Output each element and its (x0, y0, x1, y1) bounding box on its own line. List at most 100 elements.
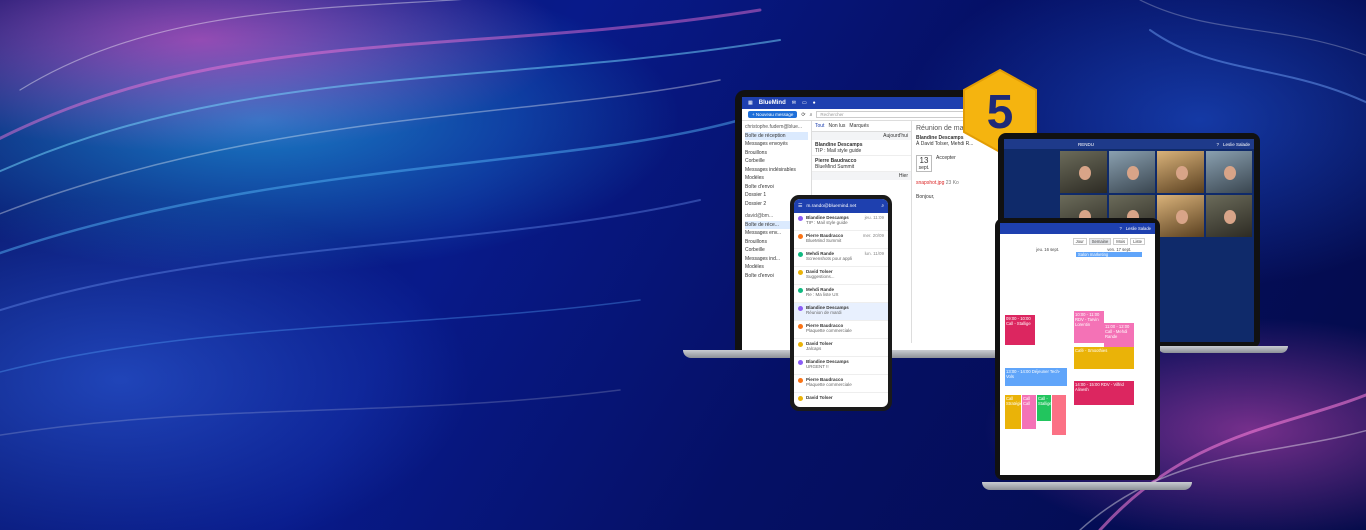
phone-message-row[interactable]: Pierre Baudracco BlueMind Summit mer. 20/0… (794, 231, 888, 249)
refresh-icon[interactable]: ⟳ (801, 112, 805, 118)
view-week[interactable]: Semaine (1088, 238, 1112, 245)
help-icon[interactable]: ? (1216, 142, 1219, 147)
laptop-base (982, 482, 1192, 490)
menu-icon[interactable]: ☰ (798, 204, 802, 209)
phone-message-subject: Réunion de mardi (806, 310, 842, 315)
phone-message-row[interactable]: Mehdi Rande Re : Ma liste UX (794, 285, 888, 303)
filter-flagged[interactable]: Marqués (849, 123, 868, 129)
message-row[interactable]: Pierre Baudracco BlueMind Summit (812, 156, 911, 172)
video-tile[interactable] (1060, 151, 1107, 193)
video-tile[interactable] (1157, 195, 1204, 237)
message-row[interactable]: Blandine Descamps TIP : Mail style guide (812, 140, 911, 156)
phone-account: m.rando@bluemind.net (806, 203, 857, 209)
phone-message-subject: Re : Ma liste UX (806, 292, 839, 297)
badge-number: 5 (987, 86, 1014, 139)
folder-item[interactable]: Boîte d'envoi (745, 183, 808, 192)
message-subject: BlueMind Summit (815, 164, 855, 170)
message-subject: TIP : Mail style guide (815, 148, 862, 154)
phone-message-row[interactable]: David Tolser (794, 393, 888, 407)
calendar-event[interactable]: Call - Stallige (1037, 395, 1051, 421)
phone-message-row[interactable]: David Tolser Suggestions... (794, 267, 888, 285)
calendar-event[interactable] (1052, 395, 1066, 435)
calendar-event[interactable]: 13:00 - 14:00 Déjeuner Tech-Vols (1005, 368, 1067, 386)
filter-unread[interactable]: Non lus (828, 123, 845, 129)
phone-message-row[interactable]: David Tolser Jalcaps (794, 339, 888, 357)
view-month[interactable]: Mois (1113, 238, 1129, 245)
day-header: jeu. 16 sept. (1036, 247, 1060, 252)
phone-mail: ☰ m.rando@bluemind.net ⌕ Blandine Descam… (790, 195, 892, 411)
view-list[interactable]: Liste (1130, 238, 1145, 245)
folder-inbox[interactable]: Boîte de réception (745, 131, 808, 140)
folder-item[interactable]: Corbeille (745, 157, 808, 166)
folder-item[interactable]: Brouillons (745, 149, 808, 158)
accept-button[interactable]: Accepter (936, 155, 956, 172)
phone-message-subject: Screenshots pour appli (806, 256, 853, 261)
sender-avatar (798, 288, 803, 293)
sender-avatar (798, 396, 803, 401)
phone-message-subject: URGENT !! (806, 364, 829, 369)
phone-top-bar: ☰ m.rando@bluemind.net ⌕ (794, 199, 888, 213)
user-name[interactable]: Leslie Salade (1126, 226, 1151, 231)
meeting-label: RENDU (1078, 141, 1095, 147)
search-icon: ⌕ (809, 111, 813, 118)
hero-banner: ▦ BlueMind ✉ ▭ ● + Nouveau message ⟳ ⌕ R… (0, 0, 1366, 530)
sender-avatar (798, 306, 803, 311)
account-label[interactable]: christophe.fudem@blue... (745, 123, 808, 132)
filter-all[interactable]: Tout (815, 123, 824, 129)
new-message-button[interactable]: + Nouveau message (748, 111, 798, 118)
user-name[interactable]: Leslie Salade (1223, 142, 1250, 147)
invite-date: 13 sept. (916, 155, 932, 172)
phone-message-row[interactable]: Pierre Baudracco Plaquette commerciale (794, 375, 888, 393)
sender-avatar (798, 234, 803, 239)
calendar-event[interactable]: 09:00 - 10:00 Call - Stallige (1005, 315, 1035, 345)
phone-message-subject: Jalcaps (806, 346, 822, 351)
day-separator: Aujourd'hui (812, 132, 911, 140)
phone-message-list: Blandine Descamps TIP : Mail style guide j… (794, 213, 888, 407)
day-separator: Hier (812, 172, 911, 180)
laptop-base (1158, 346, 1288, 353)
sender-avatar (798, 378, 803, 383)
calendar-app: ? Leslie Salade Jour Semaine Mois Liste … (1000, 223, 1155, 475)
calendar-icon[interactable]: ▭ (802, 100, 807, 106)
phone-message-row[interactable]: Blandine Descamps TIP : Mail style guide j… (794, 213, 888, 231)
phone-message-subject: Plaquette commerciale (806, 328, 852, 333)
calendar-event[interactable]: Call Stratégie (1005, 395, 1021, 429)
folder-item[interactable]: Modèles (745, 174, 808, 183)
help-icon[interactable]: ? (1120, 226, 1122, 231)
folder-item[interactable]: Messages indésirables (745, 166, 808, 175)
phone-message-row[interactable]: Mehdi Rande Screenshots pour appli lun. 11… (794, 249, 888, 267)
brand-logo: BlueMind (758, 100, 786, 106)
search-icon[interactable]: ⌕ (881, 203, 884, 209)
apps-grid-icon[interactable]: ▦ (748, 100, 753, 106)
calendar-event[interactable]: Café - Smoothies (1074, 347, 1134, 369)
contacts-icon[interactable]: ● (813, 100, 816, 106)
phone-message-row[interactable]: Pierre Baudracco Plaquette commerciale (794, 321, 888, 339)
phone-message-time: lun. 11/09 (864, 251, 884, 256)
video-top-bar: RENDU ? Leslie Salade (1004, 139, 1254, 149)
phone-message-row[interactable]: Blandine Descamps URGENT !! (794, 357, 888, 375)
mail-icon[interactable]: ✉ (792, 100, 796, 106)
calendar-event[interactable]: Call Call (1022, 395, 1036, 429)
sender-avatar (798, 216, 803, 221)
sender-avatar (798, 342, 803, 347)
sender-avatar (798, 270, 803, 275)
video-tile[interactable] (1205, 151, 1252, 193)
video-tile[interactable] (1205, 195, 1252, 237)
phone-message-time: jeu. 11:09 (864, 215, 884, 220)
phone-mail-app: ☰ m.rando@bluemind.net ⌕ Blandine Descam… (794, 199, 888, 407)
phone-message-row[interactable]: Blandine Descamps Réunion de mardi (794, 303, 888, 321)
phone-message-subject: Plaquette commerciale (806, 382, 852, 387)
allday-event[interactable]: Salon marketing (1076, 252, 1142, 257)
view-day[interactable]: Jour (1072, 238, 1087, 245)
calendar-event[interactable]: 11:00 - 12:00 Call - Mehdi Rande (1104, 323, 1134, 347)
folder-item[interactable]: Messages envoyés (745, 140, 808, 149)
calendar-device: ? Leslie Salade Jour Semaine Mois Liste … (995, 218, 1160, 480)
video-tile[interactable] (1157, 151, 1204, 193)
phone-message-time: mer. 20/09 (862, 233, 884, 238)
phone-message-subject: TIP : Mail style guide (806, 220, 848, 225)
calendar-top-bar: ? Leslie Salade (1000, 223, 1155, 234)
phone-message-from: David Tolser (806, 395, 833, 400)
calendar-event[interactable]: 10:00 - 11:00 RDV - Tarvin Lorentin (1074, 311, 1104, 343)
video-tile[interactable] (1108, 151, 1155, 193)
calendar-event[interactable]: 14:00 - 15:00 RDV - Vilfrid Alinesh (1074, 381, 1134, 405)
